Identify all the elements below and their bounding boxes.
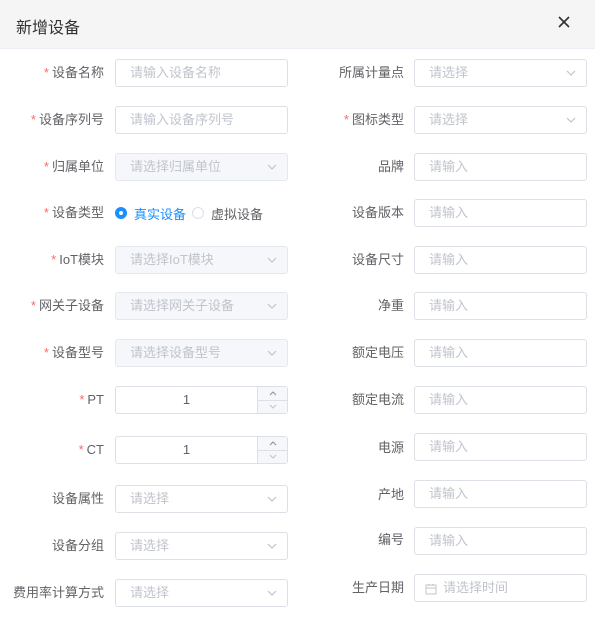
origin-label: 产地 xyxy=(377,487,404,502)
form-row: 费用率计算方式 请选择 生产日期 请选择时间 xyxy=(0,574,595,608)
serial-no-label: 编号 xyxy=(377,532,404,547)
chevron-up-icon xyxy=(269,391,276,396)
form-row: * 设备类型 真实设备 虚拟设备 设备版本 请输入 xyxy=(0,198,595,228)
chevron-down-icon xyxy=(267,303,277,309)
chevron-down-icon xyxy=(267,496,277,502)
power-input[interactable]: 请输入 xyxy=(414,433,587,461)
gateway-select[interactable]: 请选择网关子设备 xyxy=(115,292,288,320)
chevron-down-icon xyxy=(267,543,277,549)
owner-unit-label: * 归属单位 xyxy=(43,159,104,174)
form-row: * IoT模块 请选择IoT模块 设备尺寸 请输入 xyxy=(0,245,595,275)
production-date-picker[interactable]: 请选择时间 xyxy=(414,574,587,602)
chevron-down-icon xyxy=(566,117,576,123)
icon-type-select[interactable]: 请选择 xyxy=(414,106,587,134)
chevron-down-icon xyxy=(267,164,277,170)
stepper-decrease[interactable] xyxy=(258,400,287,413)
brand-input[interactable]: 请输入 xyxy=(414,153,587,181)
stepper-controls xyxy=(257,437,287,463)
close-button[interactable] xyxy=(554,12,574,32)
gateway-label: * 网关子设备 xyxy=(30,298,104,313)
metering-point-select[interactable]: 请选择 xyxy=(414,59,587,87)
brand-label: 品牌 xyxy=(377,159,404,174)
group-select[interactable]: 请选择 xyxy=(115,532,288,560)
model-label: * 设备型号 xyxy=(43,345,104,360)
device-serial-input[interactable]: 请输入设备序列号 xyxy=(115,106,288,134)
form-row: * 设备型号 请选择设备型号 额定电压 请输入 xyxy=(0,338,595,368)
ct-label: * CT xyxy=(78,442,104,457)
serial-no-input[interactable]: 请输入 xyxy=(414,527,587,555)
form-row: * 网关子设备 请选择网关子设备 净重 请输入 xyxy=(0,291,595,321)
chevron-down-icon xyxy=(566,70,576,76)
icon-type-label: * 图标类型 xyxy=(343,112,404,127)
rated-current-input[interactable]: 请输入 xyxy=(414,386,587,414)
chevron-down-icon xyxy=(267,590,277,596)
rated-current-label: 额定电流 xyxy=(351,392,404,407)
calendar-icon xyxy=(425,584,437,595)
net-weight-label: 净重 xyxy=(377,298,404,313)
rated-voltage-input[interactable]: 请输入 xyxy=(414,339,587,367)
device-type-radio-group: 真实设备 虚拟设备 xyxy=(115,198,269,228)
radio-dot xyxy=(192,207,205,219)
form-row: 设备属性 请选择 产地 请输入 xyxy=(0,480,595,514)
version-input[interactable]: 请输入 xyxy=(414,199,587,227)
form-row: * PT 1 额定电流 请输入 xyxy=(0,385,595,415)
radio-dot xyxy=(115,207,127,219)
device-type-label: * 设备类型 xyxy=(43,205,104,220)
form-row: * 归属单位 请选择归属单位 品牌 请输入 xyxy=(0,152,595,182)
device-name-label: * 设备名称 xyxy=(43,65,104,80)
chevron-up-icon xyxy=(269,441,276,446)
net-weight-input[interactable]: 请输入 xyxy=(414,292,587,320)
pt-stepper[interactable]: 1 xyxy=(115,386,288,414)
dialog-header: 新增设备 xyxy=(0,0,595,49)
attribute-select[interactable]: 请选择 xyxy=(115,485,288,513)
ct-value[interactable]: 1 xyxy=(116,437,257,463)
chevron-down-icon xyxy=(269,404,276,409)
stepper-decrease[interactable] xyxy=(258,450,287,463)
stepper-controls xyxy=(257,387,287,413)
chevron-down-icon xyxy=(269,454,276,459)
owner-unit-select[interactable]: 请选择归属单位 xyxy=(115,153,288,181)
device-name-input[interactable]: 请输入设备名称 xyxy=(115,59,288,87)
chevron-down-icon xyxy=(267,350,277,356)
origin-input[interactable]: 请输入 xyxy=(414,480,587,508)
attribute-label: 设备属性 xyxy=(51,491,104,506)
production-date-label: 生产日期 xyxy=(351,580,404,595)
rated-voltage-label: 额定电压 xyxy=(351,345,404,360)
pt-value[interactable]: 1 xyxy=(116,387,257,413)
add-device-dialog: 新增设备 * 设备名称 请输入设备名称 所属计量点 请选择 * 设备序列号 请输入设… xyxy=(0,0,595,636)
form-row: * 设备序列号 请输入设备序列号 * 图标类型 请选择 xyxy=(0,105,595,135)
metering-point-label: 所属计量点 xyxy=(338,65,404,80)
size-input[interactable]: 请输入 xyxy=(414,246,587,274)
pt-label: * PT xyxy=(79,392,104,407)
form-row: * CT 1 电源 请输入 xyxy=(0,433,595,465)
radio-real-device[interactable]: 真实设备 xyxy=(115,204,186,223)
form-row: * 设备名称 请输入设备名称 所属计量点 请选择 xyxy=(0,58,595,88)
radio-virtual-device[interactable]: 虚拟设备 xyxy=(192,204,263,223)
ct-stepper[interactable]: 1 xyxy=(115,436,288,464)
model-select[interactable]: 请选择设备型号 xyxy=(115,339,288,367)
device-serial-label: * 设备序列号 xyxy=(30,112,104,127)
power-label: 电源 xyxy=(377,440,404,455)
group-label: 设备分组 xyxy=(51,538,104,553)
stepper-increase[interactable] xyxy=(258,437,287,451)
chevron-down-icon xyxy=(267,257,277,263)
rate-method-select[interactable]: 请选择 xyxy=(115,579,288,607)
rate-method-label: 费用率计算方式 xyxy=(12,585,104,600)
iot-module-select[interactable]: 请选择IoT模块 xyxy=(115,246,288,274)
form-row: 设备分组 请选择 编号 请输入 xyxy=(0,527,595,561)
dialog-title: 新增设备 xyxy=(16,20,81,37)
size-label: 设备尺寸 xyxy=(351,252,404,267)
iot-module-label: * IoT模块 xyxy=(51,252,104,267)
stepper-increase[interactable] xyxy=(258,387,287,401)
version-label: 设备版本 xyxy=(351,205,404,220)
close-icon xyxy=(558,16,570,28)
